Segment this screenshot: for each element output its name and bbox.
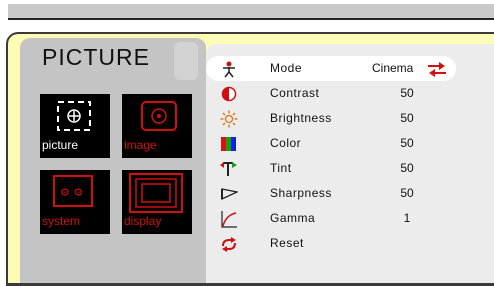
brightness-icon <box>220 110 238 128</box>
title-tab <box>174 42 198 80</box>
brightness-value: 50 <box>400 111 414 125</box>
menu-label: Tint <box>270 161 292 175</box>
top-bar <box>8 4 494 18</box>
page-title: PICTURE <box>42 44 150 70</box>
sharpness-value: 50 <box>400 186 414 200</box>
menu-item-sharpness[interactable]: Sharpness 50 <box>206 181 456 206</box>
menu-label: Sharpness <box>270 186 332 200</box>
svg-text:⚙ ⚙: ⚙ ⚙ <box>60 186 83 199</box>
menu-item-brightness[interactable]: Brightness 50 <box>206 106 456 131</box>
tile-picture[interactable]: picture <box>40 94 110 158</box>
menu-item-gamma[interactable]: Gamma 1 <box>206 206 456 231</box>
reset-icon <box>222 237 236 252</box>
person-icon <box>223 61 235 78</box>
color-value: 50 <box>400 136 414 150</box>
swap-arrows-icon[interactable] <box>428 61 446 77</box>
color-icon <box>221 137 236 151</box>
menu-item-contrast[interactable]: Contrast 50 <box>206 81 456 106</box>
tint-icon <box>220 162 237 176</box>
menu-label: Gamma <box>270 211 316 225</box>
tile-image[interactable]: image <box>122 94 192 158</box>
menu-label: Mode <box>270 61 303 75</box>
mode-value: Cinema <box>372 61 414 75</box>
tile-display[interactable]: display <box>122 170 192 234</box>
tile-label: system <box>42 214 81 228</box>
gamma-value: 1 <box>403 211 411 225</box>
sharpness-icon <box>221 188 238 201</box>
menu-item-tint[interactable]: Tint 50 <box>206 156 456 181</box>
menu-label: Brightness <box>270 111 332 125</box>
menu-label: Contrast <box>270 86 320 100</box>
tile-label: display <box>124 214 162 228</box>
menu-item-mode[interactable]: Mode Cinema <box>206 56 456 81</box>
menu-label: Color <box>270 136 302 150</box>
top-divider <box>8 18 494 20</box>
tile-label: picture <box>42 138 79 152</box>
menu-label: Reset <box>270 236 304 250</box>
menu-item-color[interactable]: Color 50 <box>206 131 456 156</box>
menu-item-reset[interactable]: Reset <box>206 231 456 256</box>
gamma-icon <box>221 211 237 228</box>
tint-value: 50 <box>400 161 414 175</box>
contrast-value: 50 <box>400 86 414 100</box>
tile-label: image <box>124 138 157 152</box>
contrast-icon <box>221 86 237 102</box>
tile-system[interactable]: ⚙ ⚙ system <box>40 170 110 234</box>
